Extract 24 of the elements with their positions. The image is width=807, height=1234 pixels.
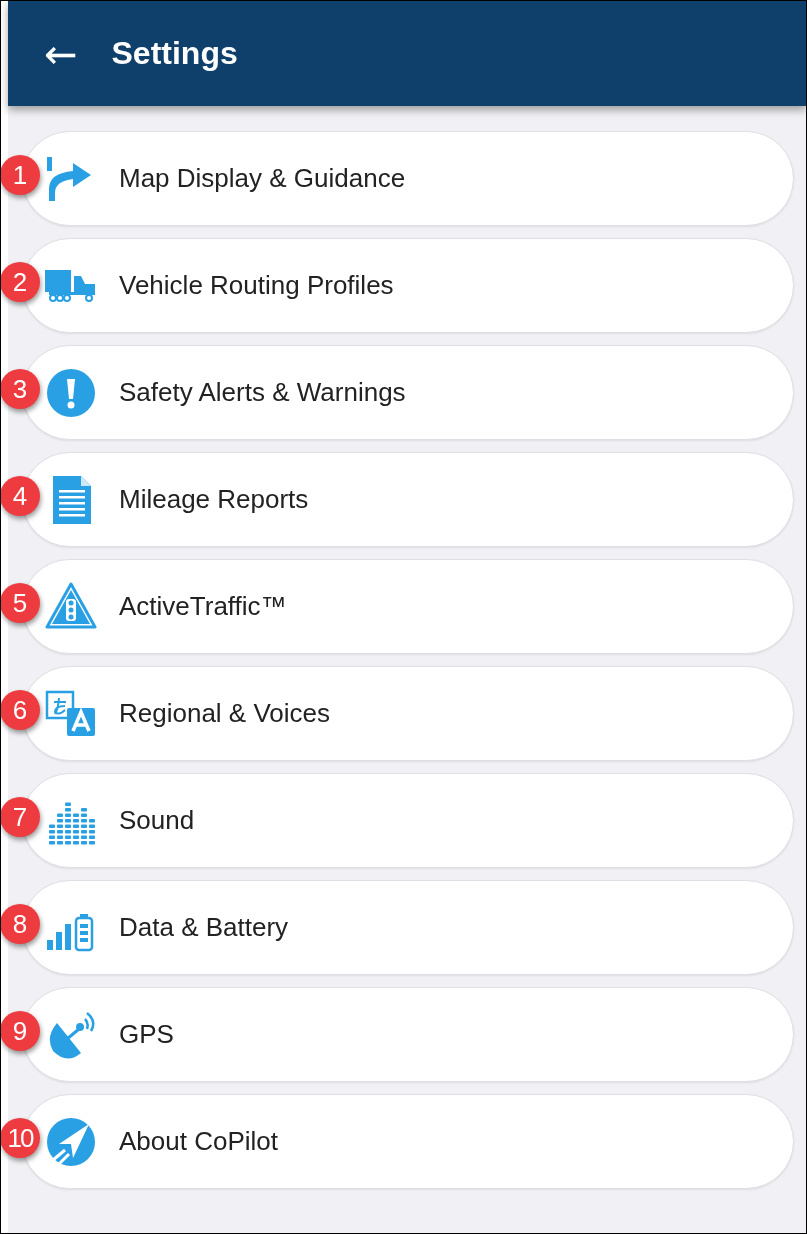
- page-title: Settings: [111, 35, 238, 72]
- item-label: Sound: [119, 805, 195, 836]
- number-badge: 4: [1, 476, 40, 516]
- item-label: ActiveTraffic™: [119, 591, 287, 622]
- number-badge: 3: [1, 369, 40, 409]
- number-badge: 6: [1, 690, 40, 730]
- number-badge: 10: [1, 1118, 40, 1158]
- item-label: Regional & Voices: [119, 698, 331, 729]
- number-badge: 2: [1, 262, 40, 302]
- item-label: Safety Alerts & Warnings: [119, 377, 406, 408]
- alert-icon: [45, 366, 97, 419]
- item-label: Data & Battery: [119, 912, 289, 943]
- item-label: Map Display & Guidance: [119, 163, 406, 194]
- item-label: GPS: [119, 1019, 174, 1050]
- number-badge: 8: [1, 904, 40, 944]
- back-button[interactable]: ←: [44, 33, 78, 74]
- number-badge: 1: [1, 155, 40, 195]
- item-label: Mileage Reports: [119, 484, 309, 515]
- item-label: About CoPilot: [119, 1126, 278, 1157]
- number-badge: 5: [1, 583, 40, 623]
- number-badge: 9: [1, 1011, 40, 1051]
- item-label: Vehicle Routing Profiles: [119, 270, 394, 301]
- paper-plane-icon: [45, 1115, 97, 1168]
- number-badge: 7: [1, 797, 40, 837]
